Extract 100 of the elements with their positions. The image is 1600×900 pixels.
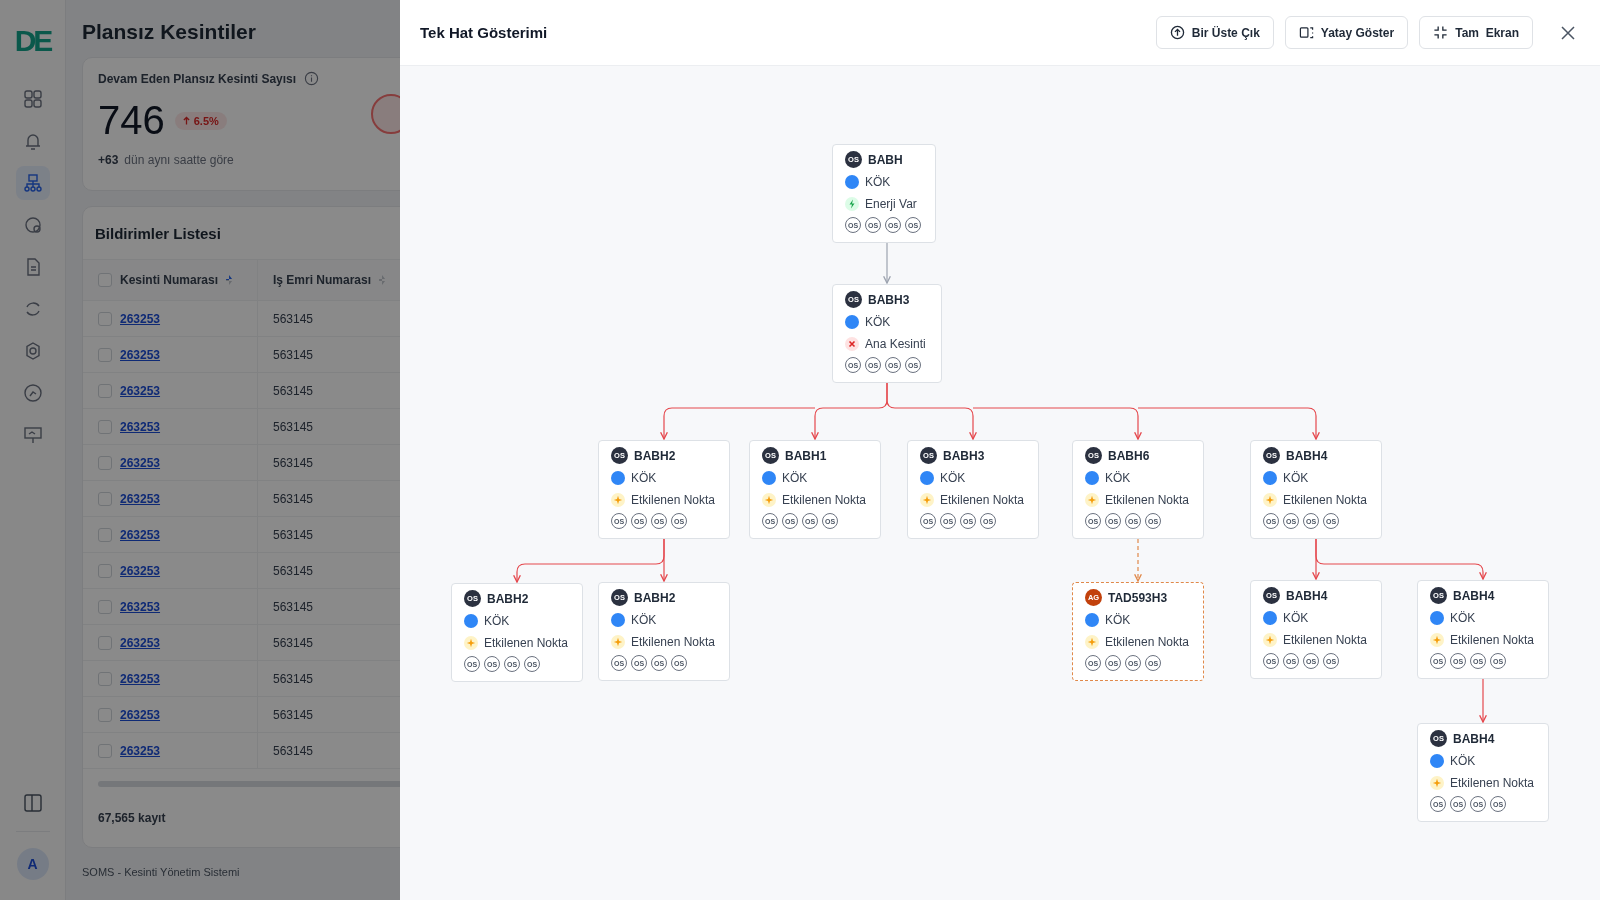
node-status: Etkilenen Nokta <box>1105 492 1190 507</box>
outage-number-link[interactable]: 263253 <box>120 671 161 686</box>
dot-icon <box>845 174 859 189</box>
node-type: KÖK <box>1283 610 1309 625</box>
info-icon[interactable] <box>304 71 320 86</box>
outage-number-link[interactable]: 263253 <box>120 743 161 758</box>
logo: DE <box>14 26 51 56</box>
record-count: 67,565 kayıt <box>97 810 167 825</box>
outage-number-link[interactable]: 263253 <box>120 635 161 650</box>
node-name: BABH <box>868 152 903 167</box>
node-name: BABH6 <box>1108 448 1150 463</box>
node-name: BABH4 <box>1286 588 1328 603</box>
connector-line <box>1478 678 1488 723</box>
checkbox[interactable] <box>98 273 112 287</box>
presentation-icon <box>22 425 43 445</box>
dot-icon <box>1085 612 1099 627</box>
toolbar-button[interactable]: Tam Ekran <box>1419 16 1533 49</box>
dot-icon <box>611 470 625 485</box>
column-header[interactable]: Kesinti Numarası <box>120 273 219 287</box>
node-name: BABH2 <box>634 448 676 463</box>
node-type: KÖK <box>1283 470 1309 485</box>
checkbox[interactable] <box>98 491 112 506</box>
dot-icon <box>611 612 625 627</box>
node-type: KÖK <box>1450 610 1476 625</box>
checkbox[interactable] <box>98 563 112 578</box>
checkbox[interactable] <box>98 743 112 758</box>
close-icon <box>1560 24 1576 41</box>
node-status: Etkilenen Nokta <box>1283 632 1368 647</box>
node-type: KÖK <box>631 470 657 485</box>
checkbox[interactable] <box>98 671 112 686</box>
panel-toggle-icon[interactable] <box>22 793 43 813</box>
checkbox[interactable] <box>98 419 112 434</box>
node-type: KÖK <box>1105 470 1131 485</box>
checkbox[interactable] <box>98 311 112 326</box>
table-cell: 563145 <box>273 383 314 398</box>
checkbox[interactable] <box>98 383 112 398</box>
node-status: Etkilenen Nokta <box>782 492 867 507</box>
checkbox[interactable] <box>98 527 112 542</box>
toolbar-button[interactable]: Bir Üste Çık <box>1155 16 1274 49</box>
outage-number-link[interactable]: 263253 <box>120 347 161 362</box>
node-name: TAD593H3 <box>1108 590 1168 605</box>
node-status: Etkilenen Nokta <box>1450 775 1535 790</box>
table-cell: 563145 <box>273 455 314 470</box>
node-type: KÖK <box>1105 612 1131 627</box>
column-header[interactable]: Iş Emri Numarası <box>273 273 372 287</box>
node-name: BABH2 <box>487 591 529 606</box>
outage-number-link[interactable]: 263253 <box>120 491 161 506</box>
connector-line <box>1133 538 1143 582</box>
checkbox[interactable] <box>98 707 112 722</box>
node-type: KÖK <box>940 470 966 485</box>
node-name: BABH4 <box>1453 731 1495 746</box>
table-cell: 563145 <box>273 671 314 686</box>
table-cell: 563145 <box>273 635 314 650</box>
dot-icon <box>1430 753 1444 768</box>
node-name: BABH2 <box>634 590 676 605</box>
node-name: BABH4 <box>1286 448 1328 463</box>
outage-number-link[interactable]: 263253 <box>120 455 161 470</box>
outage-number-link[interactable]: 263253 <box>120 383 161 398</box>
outage-number-link[interactable]: 263253 <box>120 563 161 578</box>
summary-label: Devam Eden Plansız Kesinti Sayısı <box>98 71 297 86</box>
change-badge: 6.5% <box>174 111 227 130</box>
table-cell: 563145 <box>273 527 314 542</box>
grid-icon <box>22 89 43 109</box>
node-type: KÖK <box>865 174 891 189</box>
table-cell: 563145 <box>273 563 314 578</box>
sidebar-item[interactable] <box>15 166 50 200</box>
node-name: BABH1 <box>785 448 827 463</box>
hierarchy-icon <box>22 173 43 193</box>
node-status: Etkilenen Nokta <box>1450 632 1535 647</box>
checkbox[interactable] <box>98 455 112 470</box>
dot-icon <box>845 314 859 329</box>
delta-note: dün aynı saatte göre <box>124 153 234 167</box>
checkbox[interactable] <box>98 635 112 650</box>
table-cell: 563145 <box>273 347 314 362</box>
node-status: Etkilenen Nokta <box>631 634 716 649</box>
modal-title: Tek Hat Gösterimi <box>420 24 548 41</box>
rotate-layout-icon <box>1298 25 1314 40</box>
outage-number-link[interactable]: 263253 <box>120 419 161 434</box>
table-cell: 563145 <box>273 491 314 506</box>
checkbox[interactable] <box>98 599 112 614</box>
page-title: Plansız Kesintiler <box>82 20 256 44</box>
outage-number-link[interactable]: 263253 <box>120 527 161 542</box>
node-type: KÖK <box>1450 753 1476 768</box>
node-name: BABH3 <box>868 292 910 307</box>
outage-number-link[interactable]: 263253 <box>120 707 161 722</box>
footer-text: SOMS - Kesinti Yönetim Sistemi <box>82 866 241 878</box>
node-status: Etkilenen Nokta <box>1283 492 1368 507</box>
toolbar-button[interactable]: Yatay Göster <box>1284 16 1409 49</box>
node-type: KÖK <box>484 613 510 628</box>
outage-number-link[interactable]: 263253 <box>120 311 161 326</box>
node-status: Ana Kesinti <box>865 336 926 351</box>
dot-icon <box>762 470 776 485</box>
table-cell: 563145 <box>273 419 314 434</box>
dot-icon <box>1085 470 1099 485</box>
outage-number-link[interactable]: 263253 <box>120 599 161 614</box>
checkbox[interactable] <box>98 347 112 362</box>
node-type: KÖK <box>782 470 808 485</box>
node-type: KÖK <box>631 612 657 627</box>
table-cell: 563145 <box>273 311 314 326</box>
node-name: BABH3 <box>943 448 985 463</box>
